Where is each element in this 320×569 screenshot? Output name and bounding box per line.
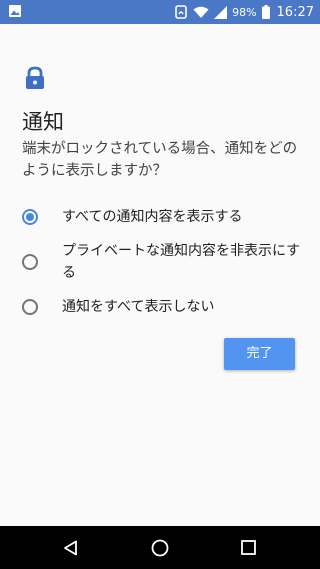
signal-icon — [214, 5, 228, 19]
recents-icon — [240, 540, 256, 555]
back-icon — [64, 540, 77, 555]
lock-icon — [26, 66, 44, 89]
status-bar: 98% 16:27 — [0, 0, 320, 24]
option-hide-private[interactable]: プライベートな通知内容を非表示にする — [0, 240, 320, 296]
home-button[interactable] — [130, 526, 190, 569]
back-button[interactable] — [41, 526, 101, 569]
radio-button[interactable] — [22, 254, 38, 270]
battery-icon — [261, 5, 270, 19]
recents-button[interactable] — [218, 526, 278, 569]
radio-button[interactable] — [22, 299, 38, 315]
done-button[interactable]: 完了 — [224, 338, 295, 370]
page-subtitle: 端末がロックされている場合、通知をどのように表示しますか？ — [22, 141, 298, 179]
page-title: 通知 — [22, 110, 64, 134]
navigation-bar — [0, 526, 320, 569]
image-notification-icon — [9, 5, 21, 17]
clock: 16:27 — [276, 4, 314, 20]
notification-settings-screen: 通知 端末がロックされている場合、通知をどのように表示しますか？ すべての通知内… — [0, 24, 320, 526]
option-label: すべての通知内容を表示する — [62, 209, 243, 225]
wifi-icon — [193, 6, 209, 18]
option-label: プライベートな通知内容を非表示にする — [62, 243, 301, 281]
home-icon — [151, 539, 169, 556]
nfc-icon — [175, 5, 187, 19]
battery-percent: 98% — [232, 5, 257, 19]
option-label: 通知をすべて表示しない — [62, 299, 215, 315]
radio-button-checked[interactable] — [22, 209, 38, 225]
option-show-all[interactable]: すべての通知内容を表示する — [0, 200, 320, 234]
option-hide-all[interactable]: 通知をすべて表示しない — [0, 292, 320, 326]
